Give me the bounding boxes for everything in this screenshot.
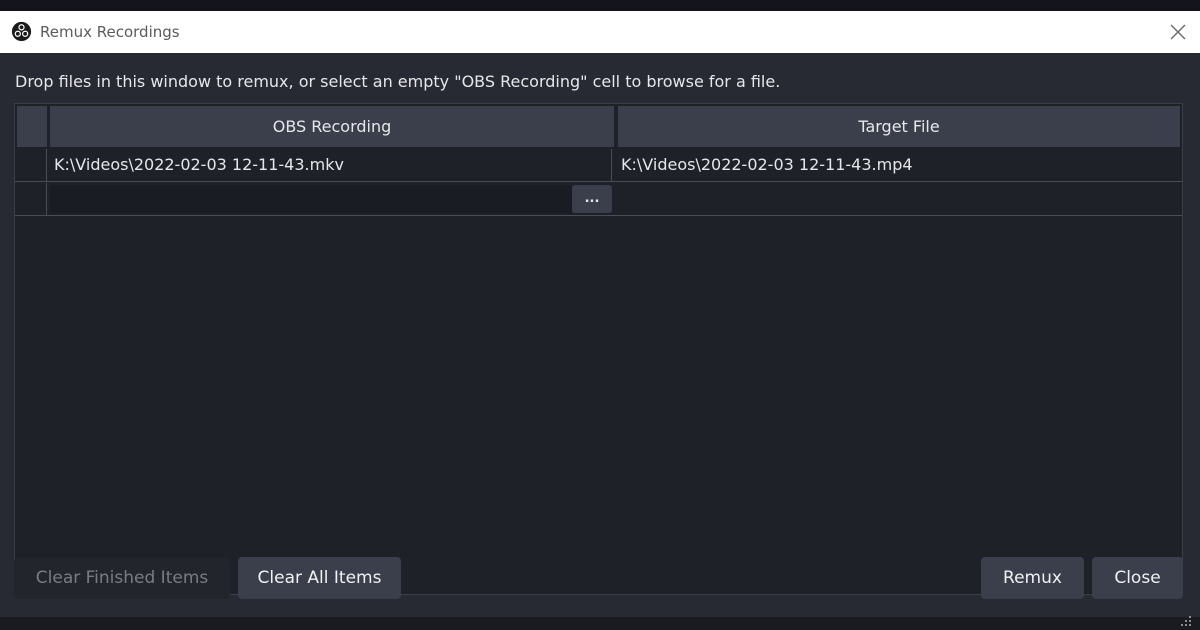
remux-button[interactable]: Remux bbox=[981, 557, 1084, 599]
resize-grip-icon[interactable] bbox=[1180, 615, 1192, 627]
clear-finished-button[interactable]: Clear Finished Items bbox=[14, 557, 230, 599]
table-row[interactable]: ... bbox=[15, 183, 1182, 216]
browse-button[interactable]: ... bbox=[572, 185, 612, 213]
window-title: Remux Recordings bbox=[40, 23, 180, 41]
obs-recording-cell[interactable]: K:\Videos\2022-02-03 12-11-43.mkv bbox=[52, 149, 612, 181]
row-header[interactable] bbox=[17, 149, 47, 181]
dialog-body: Drop files in this window to remux, or s… bbox=[0, 53, 1200, 620]
column-header-target-file[interactable]: Target File bbox=[618, 106, 1180, 147]
title-bar: Remux Recordings bbox=[0, 11, 1200, 53]
table-row[interactable]: K:\Videos\2022-02-03 12-11-43.mkv K:\Vid… bbox=[15, 149, 1182, 182]
recordings-table[interactable]: OBS Recording Target File K:\Videos\2022… bbox=[14, 103, 1183, 595]
table-header: OBS Recording Target File bbox=[15, 104, 1182, 149]
target-file-cell[interactable] bbox=[616, 183, 1176, 215]
close-button[interactable]: Close bbox=[1092, 557, 1183, 599]
status-strip bbox=[0, 615, 1200, 630]
instructions-text: Drop files in this window to remux, or s… bbox=[15, 72, 781, 91]
obs-logo-icon bbox=[11, 21, 32, 42]
obs-recording-input[interactable] bbox=[50, 185, 572, 213]
close-icon[interactable] bbox=[1168, 22, 1188, 42]
row-header[interactable] bbox=[17, 183, 47, 215]
clear-all-button[interactable]: Clear All Items bbox=[238, 557, 401, 599]
remux-dialog: Remux Recordings Drop files in this wind… bbox=[0, 0, 1200, 630]
column-header-obs-recording[interactable]: OBS Recording bbox=[50, 106, 614, 147]
target-file-cell[interactable]: K:\Videos\2022-02-03 12-11-43.mp4 bbox=[616, 149, 1176, 181]
table-corner bbox=[17, 106, 47, 147]
